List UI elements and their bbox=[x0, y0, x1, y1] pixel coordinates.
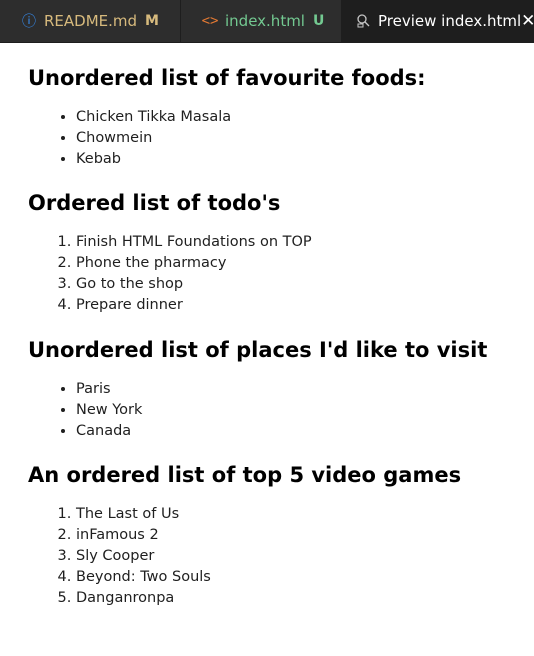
ordered-list-todos: Finish HTML Foundations on TOP Phone the… bbox=[28, 232, 534, 316]
preview-content: Unordered list of favourite foods: Chick… bbox=[0, 65, 534, 609]
list-item: Finish HTML Foundations on TOP bbox=[76, 232, 534, 253]
tab-preview-index-html[interactable]: Preview index.html ✕ bbox=[342, 0, 534, 42]
modified-badge: M bbox=[145, 13, 159, 29]
ordered-list-games: The Last of Us inFamous 2 Sly Cooper Bey… bbox=[28, 504, 534, 609]
unordered-list-foods: Chicken Tikka Masala Chowmein Kebab bbox=[28, 107, 534, 170]
tab-readme[interactable]: ⓘ README.md M bbox=[0, 0, 181, 42]
editor-tab-bar: ⓘ README.md M <> index.html U Preview in… bbox=[0, 0, 534, 43]
list-item: Canada bbox=[76, 421, 534, 442]
code-icon: <> bbox=[201, 13, 219, 29]
section-heading: Unordered list of favourite foods: bbox=[28, 66, 426, 90]
list-item: Sly Cooper bbox=[76, 546, 534, 567]
info-icon: ⓘ bbox=[22, 14, 36, 30]
list-item: Kebab bbox=[76, 149, 534, 170]
list-item: Phone the pharmacy bbox=[76, 253, 534, 274]
list-item: Prepare dinner bbox=[76, 295, 534, 316]
tab-label: Preview index.html bbox=[378, 12, 522, 30]
list-item: inFamous 2 bbox=[76, 525, 534, 546]
list-item: Beyond: Two Souls bbox=[76, 567, 534, 588]
untracked-badge: U bbox=[312, 13, 325, 29]
list-item: The Last of Us bbox=[76, 504, 534, 525]
unordered-list-places: Paris New York Canada bbox=[28, 379, 534, 442]
section-heading: Ordered list of todo's bbox=[28, 191, 281, 215]
section-heading: An ordered list of top 5 video games bbox=[28, 463, 462, 487]
preview-icon-svg bbox=[357, 14, 370, 28]
list-item: Go to the shop bbox=[76, 274, 534, 295]
list-item: New York bbox=[76, 400, 534, 421]
list-item: Paris bbox=[76, 379, 534, 400]
list-item: Danganronpa bbox=[76, 588, 534, 609]
tab-label: index.html bbox=[225, 12, 305, 30]
section-heading: Unordered list of places I'd like to vis… bbox=[28, 338, 488, 362]
list-item: Chowmein bbox=[76, 128, 534, 149]
tab-label: README.md bbox=[44, 12, 138, 30]
list-item: Chicken Tikka Masala bbox=[76, 107, 534, 128]
tab-index-html[interactable]: <> index.html U bbox=[181, 0, 342, 42]
close-icon[interactable]: ✕ bbox=[521, 11, 534, 31]
preview-icon bbox=[356, 13, 372, 29]
